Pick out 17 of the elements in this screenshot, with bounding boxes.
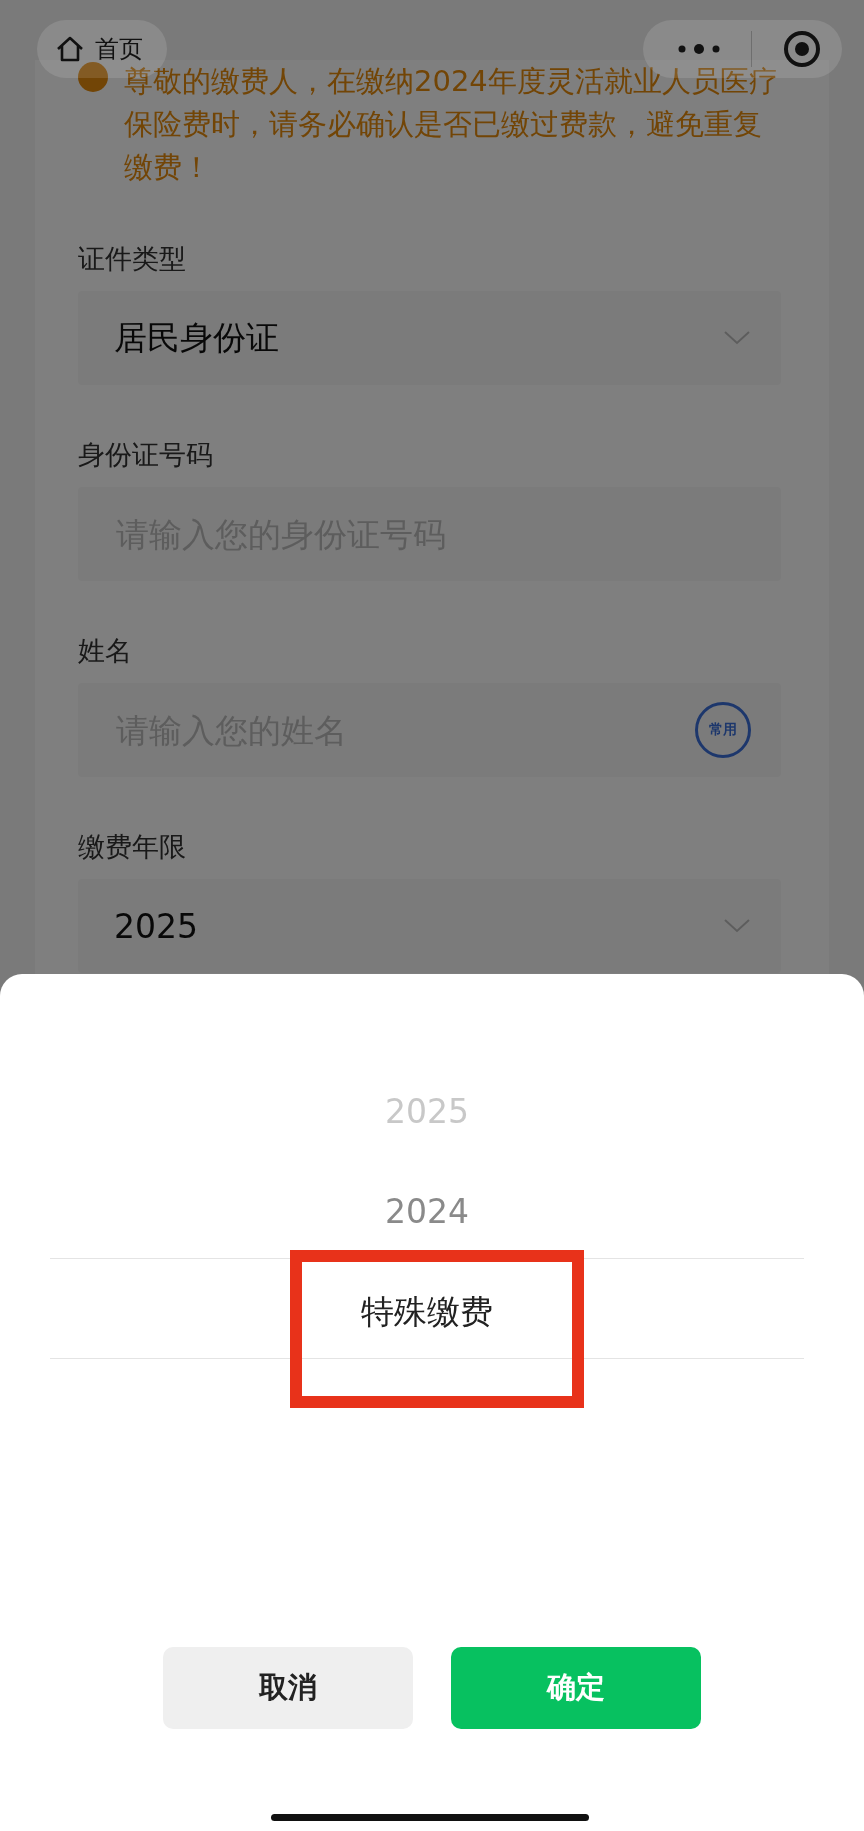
more-icon[interactable] [677,43,721,55]
chevron-down-icon [723,330,751,346]
chevron-down-icon [723,918,751,934]
close-target-icon[interactable] [782,29,822,69]
field-label: 证件类型 [78,242,187,276]
field-label: 身份证号码 [78,438,214,472]
confirm-button[interactable]: 确定 [451,1647,701,1729]
picker-option[interactable]: 特殊缴费 [361,1292,493,1332]
picker-option[interactable]: 2024 [385,1192,469,1232]
cancel-button[interactable]: 取消 [163,1647,413,1729]
frequent-badge[interactable]: 常用 [695,702,751,758]
field-label: 姓名 [78,634,133,668]
select-field[interactable]: 2025 [78,879,781,973]
select-field[interactable]: 居民身份证 [78,291,781,385]
field-label: 缴费年限 [78,830,187,864]
home-icon [55,34,85,64]
alert-icon [78,62,108,92]
